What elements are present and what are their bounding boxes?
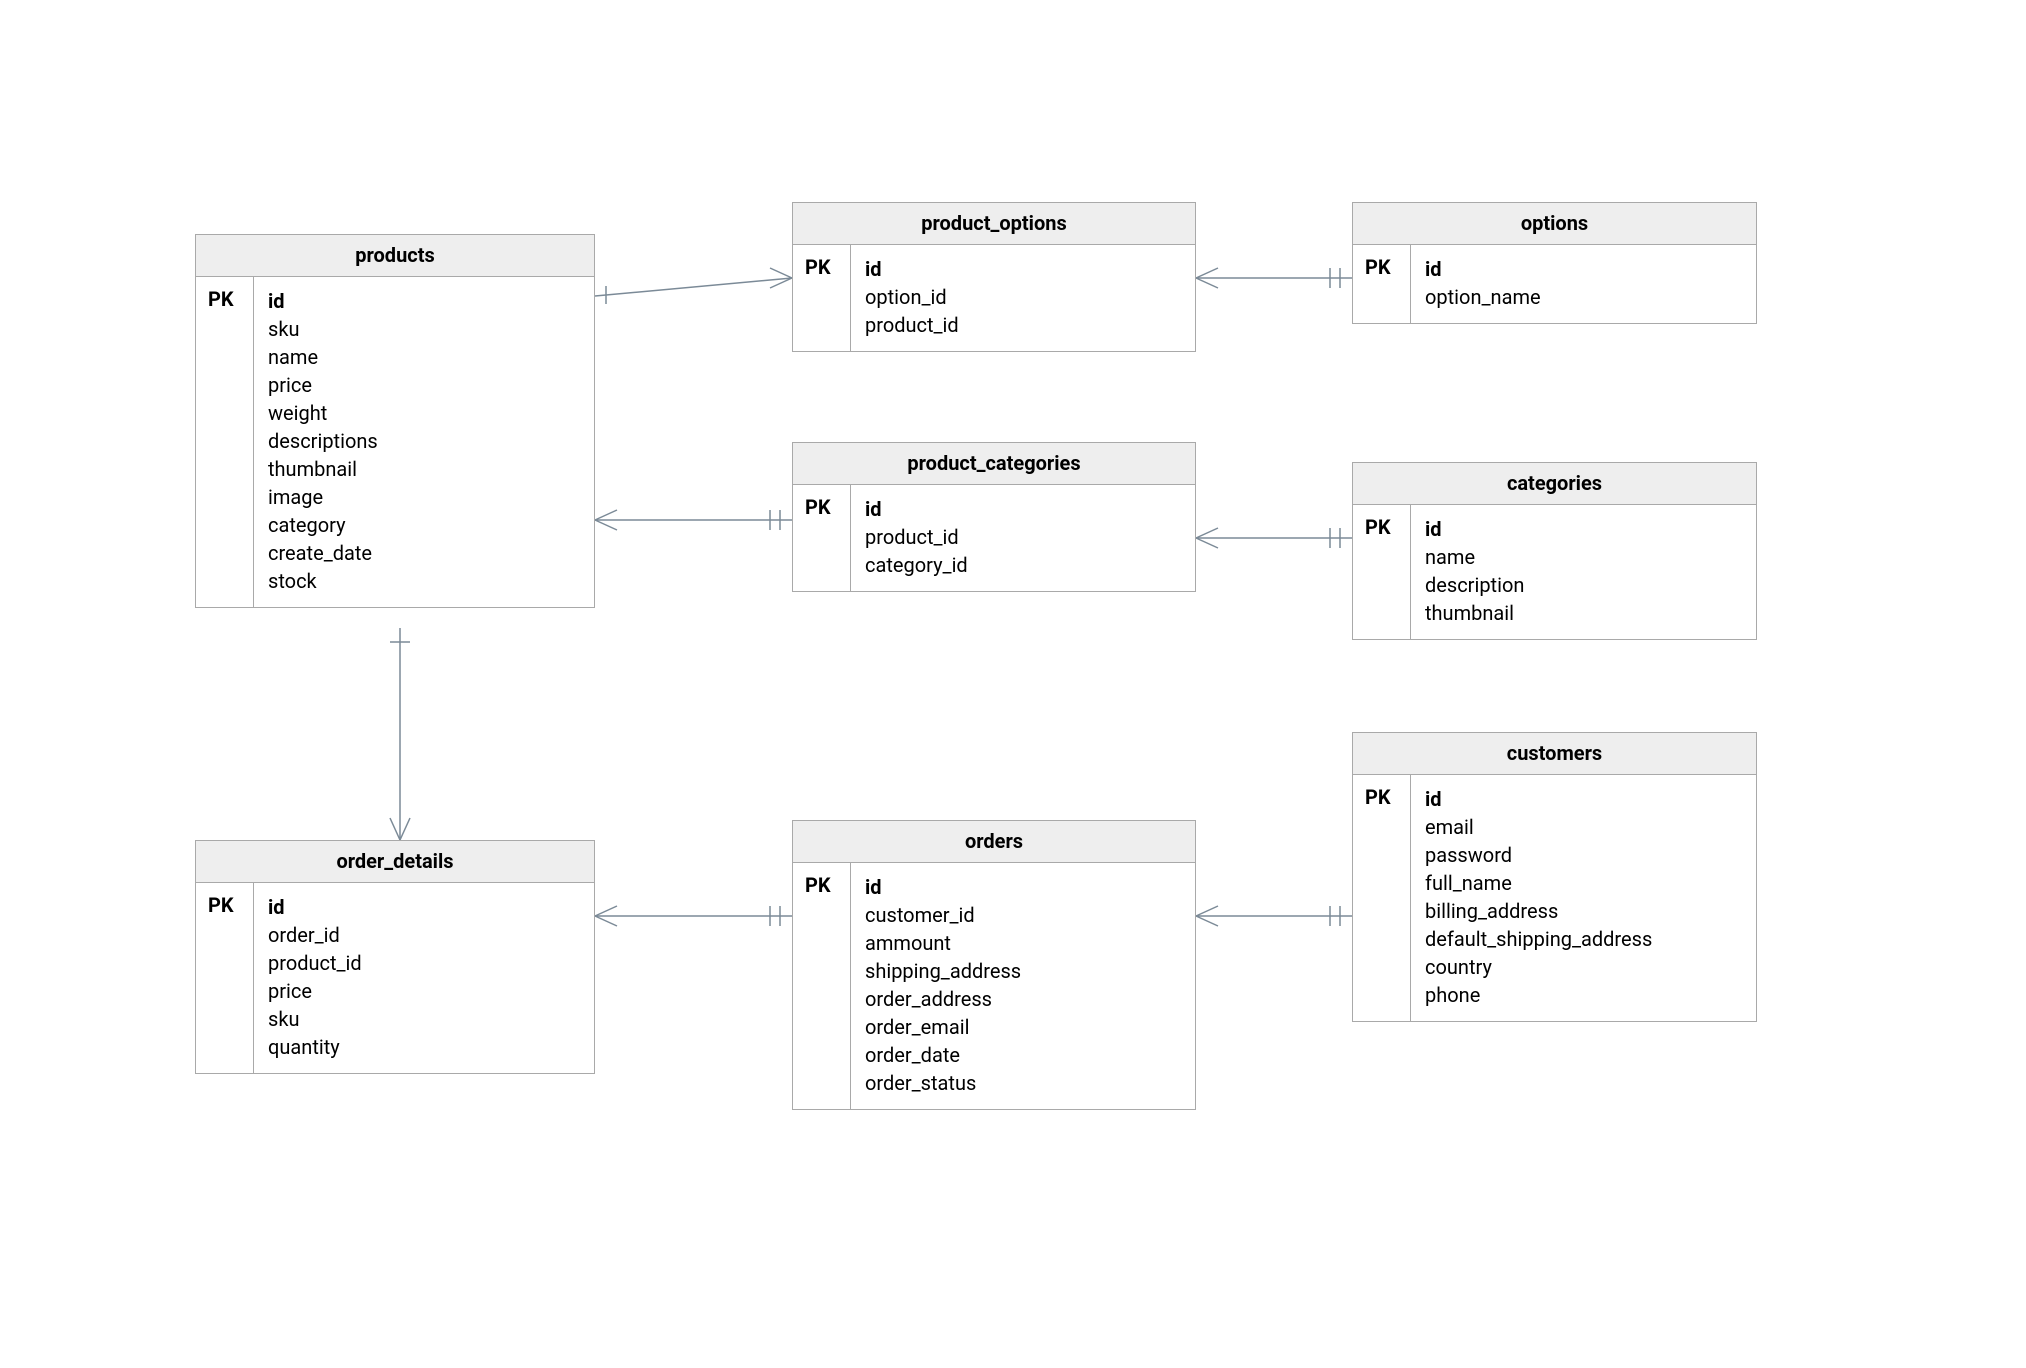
pk-field: id: [1425, 255, 1738, 283]
entity-title: categories: [1353, 463, 1756, 505]
field: phone: [1425, 981, 1738, 1009]
field: password: [1425, 841, 1738, 869]
entity-title: products: [196, 235, 594, 277]
field: price: [268, 977, 576, 1005]
field: name: [1425, 543, 1738, 571]
entity-product-categories: product_categories PK id product_id cate…: [792, 442, 1196, 592]
fields: id order_id product_id price sku quantit…: [254, 883, 594, 1073]
fields: id name description thumbnail: [1411, 505, 1756, 639]
pk-field: id: [865, 873, 1177, 901]
field: sku: [268, 1005, 576, 1033]
field: sku: [268, 315, 576, 343]
field: option_name: [1425, 283, 1738, 311]
entity-title: order_details: [196, 841, 594, 883]
field: order_email: [865, 1013, 1177, 1041]
field: order_status: [865, 1069, 1177, 1097]
field: country: [1425, 953, 1738, 981]
field: billing_address: [1425, 897, 1738, 925]
entity-title: options: [1353, 203, 1756, 245]
field: stock: [268, 567, 576, 595]
pk-field: id: [1425, 515, 1738, 543]
field: default_shipping_address: [1425, 925, 1738, 953]
field: product_id: [865, 523, 1177, 551]
entity-products: products PK id sku name price weight des…: [195, 234, 595, 608]
field: create_date: [268, 539, 576, 567]
pk-field: id: [1425, 785, 1738, 813]
entity-order-details: order_details PK id order_id product_id …: [195, 840, 595, 1074]
entity-product-options: product_options PK id option_id product_…: [792, 202, 1196, 352]
field: order_address: [865, 985, 1177, 1013]
pk-field: id: [865, 495, 1177, 523]
entity-title: product_categories: [793, 443, 1195, 485]
field: product_id: [865, 311, 1177, 339]
field: price: [268, 371, 576, 399]
field: thumbnail: [268, 455, 576, 483]
field: option_id: [865, 283, 1177, 311]
field: full_name: [1425, 869, 1738, 897]
field: category: [268, 511, 576, 539]
fields: id sku name price weight descriptions th…: [254, 277, 594, 607]
pk-label: PK: [793, 863, 851, 1109]
field: product_id: [268, 949, 576, 977]
entity-orders: orders PK id customer_id ammount shippin…: [792, 820, 1196, 1110]
entity-title: orders: [793, 821, 1195, 863]
fields: id email password full_name billing_addr…: [1411, 775, 1756, 1021]
field: description: [1425, 571, 1738, 599]
field: image: [268, 483, 576, 511]
entity-categories: categories PK id name description thumbn…: [1352, 462, 1757, 640]
pk-label: PK: [196, 277, 254, 607]
pk-label: PK: [1353, 245, 1411, 323]
entity-title: customers: [1353, 733, 1756, 775]
field: email: [1425, 813, 1738, 841]
pk-field: id: [865, 255, 1177, 283]
pk-field: id: [268, 893, 576, 921]
field: thumbnail: [1425, 599, 1738, 627]
field: name: [268, 343, 576, 371]
fields: id product_id category_id: [851, 485, 1195, 591]
field: descriptions: [268, 427, 576, 455]
field: order_id: [268, 921, 576, 949]
pk-label: PK: [793, 485, 851, 591]
pk-label: PK: [1353, 505, 1411, 639]
field: quantity: [268, 1033, 576, 1061]
field: order_date: [865, 1041, 1177, 1069]
pk-label: PK: [196, 883, 254, 1073]
field: category_id: [865, 551, 1177, 579]
pk-field: id: [268, 287, 576, 315]
fields: id option_id product_id: [851, 245, 1195, 351]
field: shipping_address: [865, 957, 1177, 985]
pk-label: PK: [793, 245, 851, 351]
field: customer_id: [865, 901, 1177, 929]
field: ammount: [865, 929, 1177, 957]
pk-label: PK: [1353, 775, 1411, 1021]
entity-title: product_options: [793, 203, 1195, 245]
field: weight: [268, 399, 576, 427]
fields: id option_name: [1411, 245, 1756, 323]
entity-customers: customers PK id email password full_name…: [1352, 732, 1757, 1022]
fields: id customer_id ammount shipping_address …: [851, 863, 1195, 1109]
entity-options: options PK id option_name: [1352, 202, 1757, 324]
